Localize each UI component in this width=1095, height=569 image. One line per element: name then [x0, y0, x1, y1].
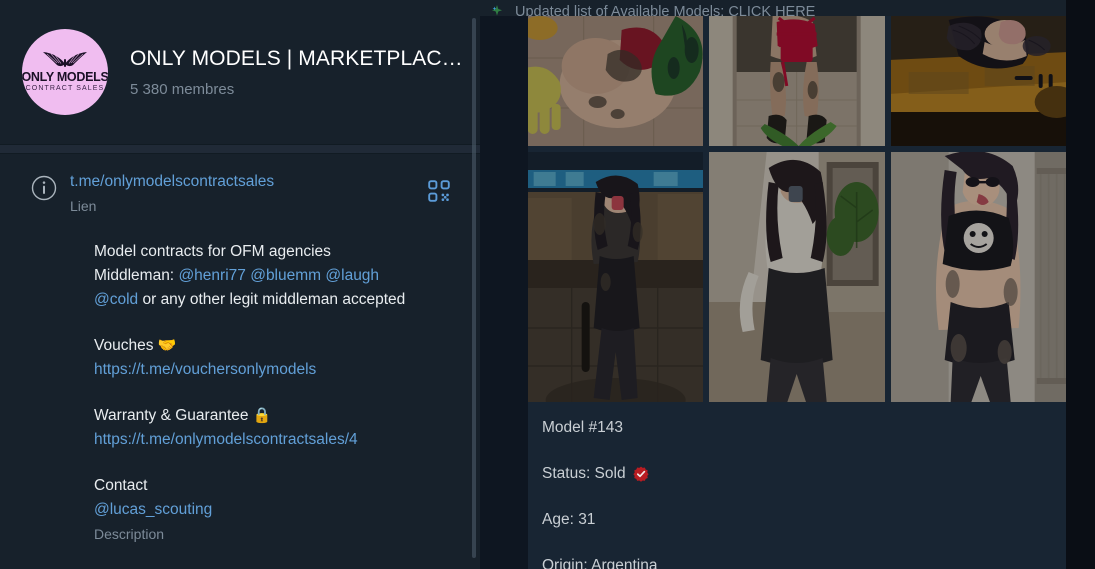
- contact-handle[interactable]: @lucas_scouting: [94, 501, 212, 518]
- album-photo-6[interactable]: [890, 152, 1066, 402]
- message-text-block: Model #143 Status: Sold Age: 31 Origin: …: [528, 402, 1066, 569]
- channel-header: ONLY MODELS CONTRACT SALES ONLY MODELS |…: [0, 0, 480, 144]
- middleman-prefix: Middleman:: [94, 267, 179, 284]
- photo-album-grid: [528, 16, 1066, 402]
- middleman-handle-4[interactable]: @cold: [94, 291, 138, 308]
- model-id-text: Model #143: [542, 419, 624, 436]
- warranty-label: Warranty & Guarantee: [94, 407, 253, 424]
- description-line-contact: Contact: [94, 477, 148, 494]
- pinned-message-text: Updated list of Available Models: CLICK …: [515, 4, 816, 16]
- album-photo-5[interactable]: [709, 152, 885, 402]
- channel-link-value[interactable]: t.me/onlymodelscontractsales: [70, 172, 422, 192]
- album-photo-4[interactable]: [528, 152, 704, 402]
- rosette-check-emoji: [632, 466, 649, 482]
- middleman-handle-2[interactable]: @bluemm: [250, 267, 321, 284]
- middleman-handle-1[interactable]: @henri77: [178, 267, 245, 284]
- channel-header-text: ONLY MODELS | MARKETPLACE ... 5 380 memb…: [130, 47, 470, 98]
- avatar[interactable]: ONLY MODELS CONTRACT SALES: [22, 29, 108, 115]
- message-line-status: Status: Sold: [542, 464, 1052, 484]
- description-line-middleman-cont: @cold or any other legit middleman accep…: [94, 288, 456, 312]
- chat-panel: Updated list of Available Models: CLICK …: [480, 0, 1095, 569]
- channel-member-count: 5 380 membres: [130, 80, 235, 98]
- channel-link-row[interactable]: t.me/onlymodelscontractsales Lien: [0, 172, 480, 214]
- description-line-warranty-link: https://t.me/onlymodelscontractsales/4: [94, 428, 456, 452]
- middleman-suffix: or any other legit middleman accepted: [138, 291, 406, 308]
- message-line-model: Model #143: [542, 418, 1052, 438]
- middleman-handle-3[interactable]: @laugh: [325, 267, 379, 284]
- album-photo-3[interactable]: [890, 16, 1066, 146]
- message-bubble: Model #143 Status: Sold Age: 31 Origin: …: [528, 16, 1066, 569]
- vouches-link[interactable]: https://t.me/vouchersonlymodels: [94, 361, 316, 378]
- warranty-link[interactable]: https://t.me/onlymodelscontractsales/4: [94, 431, 358, 448]
- description-line-vouches: Vouches 🤝: [94, 334, 456, 358]
- channel-description: Model contracts for OFM agencies Middlem…: [0, 240, 480, 542]
- vouches-label: Vouches: [94, 337, 158, 354]
- qr-code-icon[interactable]: [422, 174, 456, 208]
- description-line-vouches-link: https://t.me/vouchersonlymodels: [94, 358, 456, 382]
- channel-link-label: Lien: [70, 198, 97, 214]
- description-line-warranty: Warranty & Guarantee 🔒: [94, 404, 456, 428]
- chat-right-gutter: [1066, 0, 1095, 569]
- album-photo-2[interactable]: [709, 16, 885, 146]
- description-line-contact-link: @lucas_scouting: [94, 498, 456, 522]
- channel-info-sidebar: ONLY MODELS CONTRACT SALES ONLY MODELS |…: [0, 0, 480, 569]
- section-divider: [0, 144, 480, 154]
- description-line-1: Model contracts for OFM agencies: [94, 243, 331, 260]
- chat-left-gutter: [480, 16, 528, 569]
- info-circle-icon: [22, 166, 66, 210]
- origin-text: Origin: Argentina: [542, 557, 658, 569]
- avatar-logo-line1: ONLY MODELS: [22, 70, 108, 85]
- telegram-window: ONLY MODELS CONTRACT SALES ONLY MODELS |…: [0, 0, 1095, 569]
- lock-emoji: 🔒: [252, 407, 272, 424]
- description-label: Description: [94, 526, 165, 542]
- sparkle-emoji: [490, 4, 504, 16]
- channel-info-body: t.me/onlymodelscontractsales Lien Model …: [0, 154, 480, 542]
- avatar-logo-line2: CONTRACT SALES: [25, 85, 105, 93]
- sidebar-scrollbar[interactable]: [472, 18, 476, 558]
- status-text: Status: Sold: [542, 465, 626, 482]
- description-line-middleman: Middleman: @henri77 @bluemm @laugh: [94, 264, 456, 288]
- message-line-age: Age: 31: [542, 510, 1052, 530]
- handshake-emoji: 🤝: [157, 337, 177, 354]
- channel-title: ONLY MODELS | MARKETPLACE ...: [130, 46, 470, 70]
- pinned-message-bar[interactable]: Updated list of Available Models: CLICK …: [480, 0, 1066, 16]
- album-photo-1[interactable]: [528, 16, 704, 146]
- channel-link-block: t.me/onlymodelscontractsales Lien: [70, 172, 422, 214]
- age-text: Age: 31: [542, 511, 596, 528]
- message-line-origin: Origin: Argentina: [542, 556, 1052, 569]
